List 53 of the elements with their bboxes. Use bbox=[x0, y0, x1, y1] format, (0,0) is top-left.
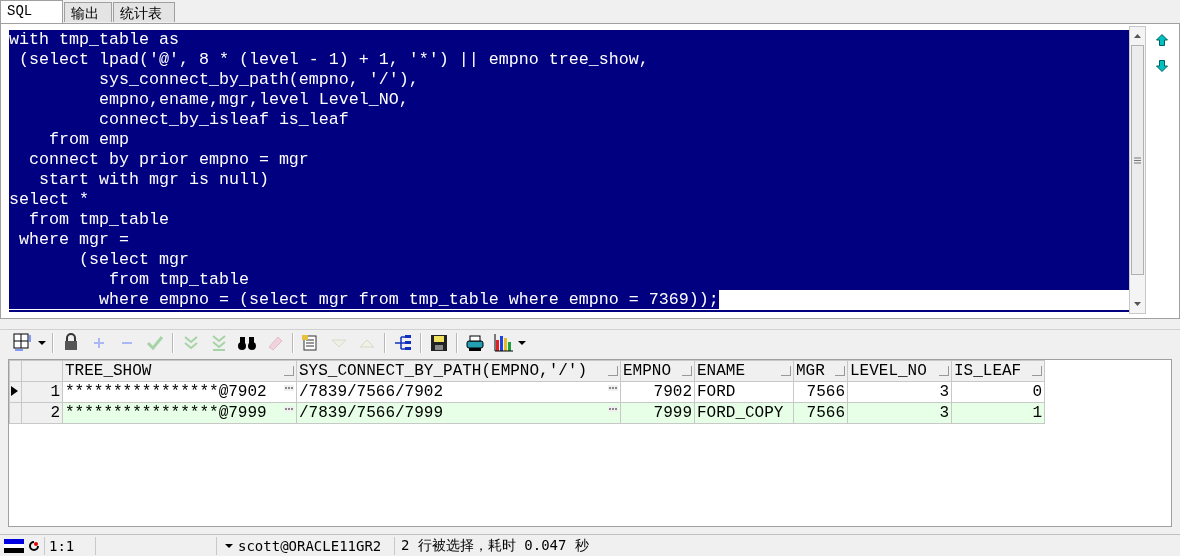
bar-chart-icon[interactable] bbox=[492, 332, 515, 354]
arrow-up-icon[interactable] bbox=[1156, 34, 1168, 46]
column-button[interactable] bbox=[781, 366, 791, 376]
table-cell: /7839/7566/7999 bbox=[299, 404, 444, 422]
column-button[interactable] bbox=[1032, 366, 1042, 376]
column-button[interactable] bbox=[835, 366, 845, 376]
caret-icon[interactable] bbox=[225, 544, 233, 548]
ellipsis-button[interactable] bbox=[284, 385, 294, 391]
code-line: select * bbox=[9, 190, 89, 209]
arrow-down-icon[interactable] bbox=[1156, 60, 1168, 72]
code-line: with tmp_table as bbox=[9, 30, 179, 49]
code-line: from tmp_table bbox=[28, 210, 169, 229]
tab[interactable]: SQL bbox=[0, 0, 64, 23]
code-line: start with mgr is null) bbox=[38, 170, 269, 189]
cursor-position: 1:1 bbox=[49, 538, 75, 554]
code-line: from emp bbox=[47, 130, 129, 149]
ellipsis-button[interactable] bbox=[608, 406, 618, 412]
tab[interactable]: 输出 bbox=[64, 2, 113, 22]
vertical-scrollbar[interactable] bbox=[1129, 26, 1146, 314]
connection-dropdown[interactable]: scott@ORACLE11GR2 bbox=[225, 538, 382, 554]
ellipsis-button[interactable] bbox=[284, 406, 294, 412]
scroll-down-icon[interactable] bbox=[1134, 302, 1141, 306]
column-button[interactable] bbox=[608, 366, 618, 376]
sql-editor[interactable] bbox=[9, 30, 1129, 312]
column-button[interactable] bbox=[939, 366, 949, 376]
table-cell: 7902 bbox=[620, 381, 695, 403]
printer-icon[interactable] bbox=[464, 332, 486, 354]
column-button[interactable] bbox=[284, 366, 294, 376]
table-cell: FORD bbox=[694, 381, 794, 403]
code-line: from tmp_table bbox=[107, 270, 249, 289]
caret-icon[interactable] bbox=[37, 341, 46, 345]
code-line: empno,ename,mgr,level Level_NO, bbox=[97, 90, 409, 109]
table-cell: ****************@7902 bbox=[65, 383, 267, 401]
table-cell: 3 bbox=[847, 381, 952, 403]
caret-icon[interactable] bbox=[517, 341, 526, 345]
code-line: connect_by_isleaf is_leaf bbox=[97, 110, 349, 129]
refresh-icon[interactable] bbox=[28, 540, 40, 552]
scroll-up-icon[interactable] bbox=[1134, 34, 1141, 38]
column-button[interactable] bbox=[682, 366, 692, 376]
code-line: connect by prior empno = mgr bbox=[28, 150, 309, 169]
table-cell: 7566 bbox=[793, 381, 848, 403]
status-message: 2 行被选择，耗时 0.047 秒 bbox=[401, 537, 589, 555]
grip-icon[interactable] bbox=[1134, 156, 1141, 164]
tab[interactable]: 统计表 bbox=[113, 2, 176, 22]
code-line: sys_connect_by_path(empno, '/'), bbox=[97, 70, 419, 89]
ellipsis-button[interactable] bbox=[608, 385, 618, 391]
table-cell: /7839/7566/7902 bbox=[299, 383, 444, 401]
table-cell: ****************@7999 bbox=[65, 404, 267, 422]
connection-icon[interactable] bbox=[4, 539, 24, 553]
code-line: (select lpad('@', 8 * (level - 1) + 1, '*') || empno tree_show, bbox=[18, 50, 649, 69]
code-line: (select mgr bbox=[77, 250, 189, 269]
table-cell: 0 bbox=[951, 381, 1045, 403]
code-line: where mgr = bbox=[18, 230, 129, 249]
